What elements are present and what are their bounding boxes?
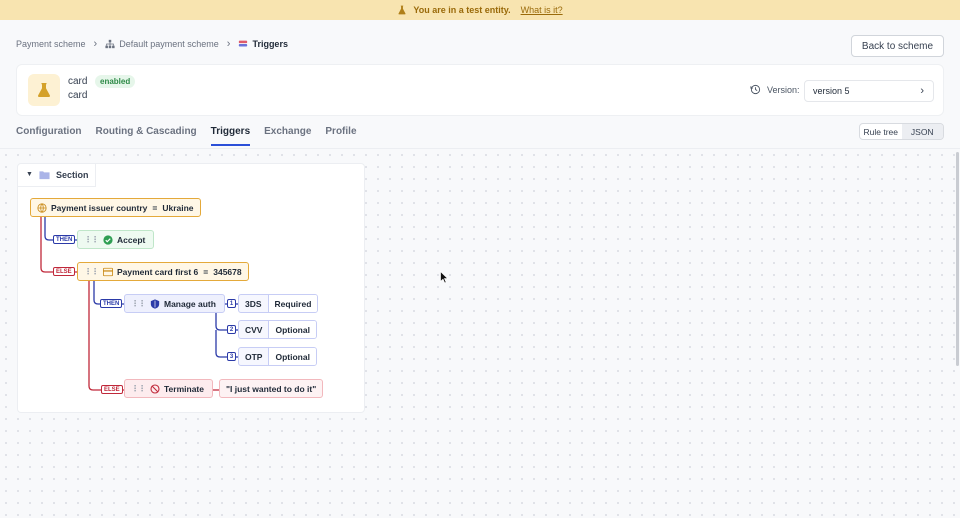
entity-header: card enabled card Version: version 5 ›	[16, 64, 944, 116]
equals-icon: =	[152, 202, 158, 213]
banner-text: You are in a test entity.	[413, 5, 511, 15]
param-name: CVV	[239, 321, 270, 338]
chevron-right-icon: ›	[920, 85, 924, 97]
tab-routing-cascading[interactable]: Routing & Cascading	[96, 126, 197, 146]
condition-node-card-first6[interactable]: ⋮⋮ Payment card first 6 = 345678	[77, 262, 249, 281]
status-badge: enabled	[95, 75, 136, 88]
breadcrumb: Payment scheme › Default payment scheme …	[16, 36, 288, 52]
breadcrumb-triggers-label: Triggers	[252, 39, 288, 49]
json-toggle[interactable]: JSON	[901, 124, 943, 139]
condition-field: Payment issuer country	[51, 202, 148, 213]
shield-icon	[150, 298, 160, 309]
history-icon	[750, 84, 761, 95]
then-label: THEN	[100, 299, 123, 308]
param-name: OTP	[239, 348, 270, 365]
version-label: Version:	[750, 84, 800, 95]
equals-icon: =	[203, 266, 209, 277]
condition-node-issuer-country[interactable]: Payment issuer country = Ukraine	[30, 198, 201, 217]
then-label: THEN	[53, 235, 76, 244]
param-name: 3DS	[239, 295, 269, 312]
view-toggle: Rule tree JSON	[859, 123, 944, 140]
auth-param-3ds[interactable]: 3DS Required	[238, 294, 319, 313]
credit-card-icon	[103, 267, 113, 276]
param-index: 3	[227, 352, 236, 361]
rule-tree-toggle[interactable]: Rule tree	[860, 124, 902, 139]
param-value[interactable]: Optional	[269, 348, 316, 365]
tab-profile[interactable]: Profile	[325, 126, 356, 146]
condition-value: Ukraine	[162, 202, 194, 213]
entity-avatar	[28, 74, 60, 106]
triggers-icon	[239, 40, 248, 47]
entity-subtitle: card	[68, 90, 88, 101]
block-icon	[150, 383, 160, 394]
param-index: 2	[227, 325, 236, 334]
test-entity-banner: You are in a test entity. What is it?	[0, 0, 960, 20]
condition-field: Payment card first 6	[117, 266, 199, 277]
param-value[interactable]: Required	[268, 295, 318, 312]
entity-name: card	[68, 76, 88, 87]
accept-label: Accept	[117, 234, 146, 245]
manage-auth-label: Manage auth	[164, 298, 216, 309]
param-value[interactable]: Optional	[269, 321, 316, 338]
hierarchy-icon	[105, 39, 115, 49]
terminate-node[interactable]: ⋮⋮ Terminate	[124, 379, 213, 398]
drag-handle-icon[interactable]: ⋮⋮	[131, 384, 146, 393]
tab-triggers[interactable]: Triggers	[210, 126, 251, 146]
chevron-right-icon: ›	[226, 38, 231, 50]
tab-configuration[interactable]: Configuration	[16, 126, 82, 146]
check-circle-icon	[103, 234, 113, 245]
mouse-cursor-icon	[440, 271, 449, 284]
else-label: ELSE	[53, 267, 75, 276]
chevron-right-icon: ›	[93, 38, 98, 50]
param-index: 1	[227, 299, 236, 308]
flask-icon	[398, 5, 406, 15]
version-select[interactable]: version 5 ›	[804, 80, 934, 102]
globe-icon	[37, 202, 47, 213]
auth-param-cvv[interactable]: CVV Optional	[238, 320, 317, 339]
drag-handle-icon[interactable]: ⋮⋮	[131, 299, 146, 308]
scrollbar[interactable]	[956, 152, 959, 366]
what-is-it-link[interactable]: What is it?	[521, 5, 563, 15]
caret-down-icon[interactable]: ▼	[26, 171, 33, 178]
version-label-text: Version:	[767, 84, 800, 95]
else-label: ELSE	[101, 385, 123, 394]
drag-handle-icon[interactable]: ⋮⋮	[84, 235, 99, 244]
condition-value: 345678	[213, 266, 242, 277]
breadcrumb-payment-scheme[interactable]: Payment scheme	[16, 39, 86, 49]
tab-exchange[interactable]: Exchange	[264, 126, 311, 146]
breadcrumb-default-scheme[interactable]: Default payment scheme	[105, 39, 219, 49]
terminate-message[interactable]: "I just wanted to do it"	[219, 379, 324, 398]
flask-icon	[38, 83, 50, 97]
version-value: version 5	[813, 86, 850, 96]
tab-bar: Configuration Routing & Cascading Trigge…	[16, 126, 371, 146]
breadcrumb-default-scheme-label: Default payment scheme	[119, 39, 219, 49]
drag-handle-icon[interactable]: ⋮⋮	[84, 267, 99, 276]
folder-icon	[39, 170, 50, 179]
back-to-scheme-button[interactable]: Back to scheme	[851, 35, 944, 57]
terminate-label: Terminate	[164, 383, 204, 394]
section-title: Section	[55, 169, 89, 180]
accept-node[interactable]: ⋮⋮ Accept	[77, 230, 155, 249]
breadcrumb-triggers: Triggers	[238, 39, 288, 49]
auth-param-otp[interactable]: OTP Optional	[238, 347, 317, 366]
section-header[interactable]: ▼ Section	[17, 163, 96, 187]
manage-auth-node[interactable]: ⋮⋮ Manage auth	[124, 294, 225, 313]
